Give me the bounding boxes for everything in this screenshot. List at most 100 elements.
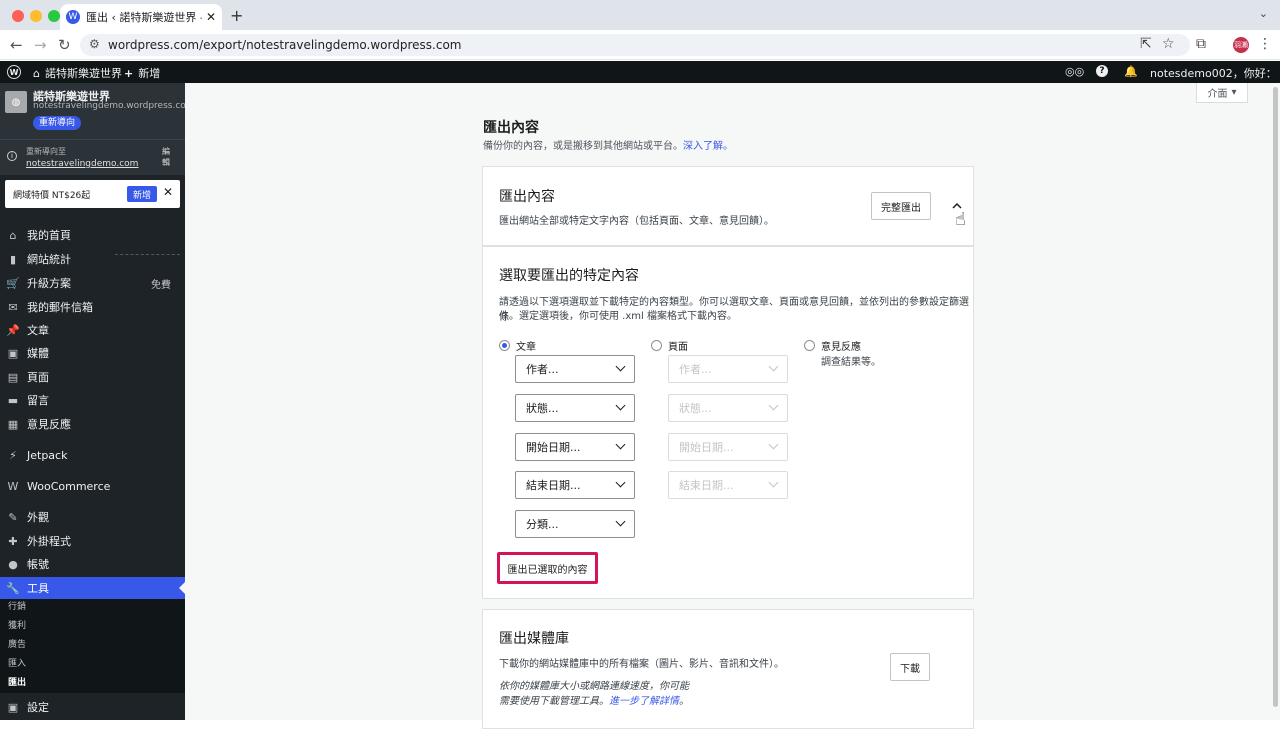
posts-status-select[interactable]: 狀態... <box>515 394 635 422</box>
admin-bar-site[interactable]: ⌂ 諾特斯樂遊世界 <box>33 65 122 81</box>
sidebar-item-comments[interactable]: ▬ 留言 <box>0 389 185 411</box>
submenu-export[interactable]: 匯出 <box>8 675 26 688</box>
sidebar-item-pages[interactable]: ▤ 頁面 <box>0 366 185 388</box>
admin-bar-new[interactable]: + 新增 <box>124 65 160 81</box>
sidebar-item-label: 設定 <box>27 701 49 714</box>
help-icon[interactable]: ? <box>1096 65 1108 77</box>
address-bar[interactable]: ⚙ wordpress.com/export/notestravelingdem… <box>80 34 1190 56</box>
submenu-marketing[interactable]: 行銷 <box>8 599 26 612</box>
sidebar-item-jetpack[interactable]: ⚡ Jetpack <box>0 444 185 466</box>
media-learn-more-link[interactable]: 進一步了解詳情 <box>609 696 679 707</box>
pages-author-select[interactable]: 作者... <box>668 355 788 383</box>
site-card[interactable]: ◍ 諾特斯樂遊世界 notestravelingdemo.wordpress.c… <box>0 83 195 139</box>
reader-glasses-icon[interactable]: ◎◎ <box>1065 65 1084 78</box>
browser-toolbar: ← → ↻ ⚙ wordpress.com/export/notestravel… <box>0 30 1280 60</box>
posts-start-date-select[interactable]: 開始日期... <box>515 433 635 461</box>
close-window-button[interactable] <box>12 10 24 22</box>
export-selected-button[interactable]: 匯出已選取的內容 <box>497 552 598 584</box>
page-scrollbar[interactable] <box>1271 83 1280 720</box>
full-export-button[interactable]: 完整匯出 <box>871 192 931 220</box>
pages-icon: ▤ <box>7 370 19 384</box>
browser-tab[interactable]: W 匯出 ‹ 諾特斯樂遊世界 — WordPress.com ✕ <box>60 4 222 30</box>
download-media-button[interactable]: 下載 <box>890 653 930 681</box>
radio-feedback-label: 意見反應 <box>821 342 861 353</box>
caret-down-icon: ▾ <box>1231 87 1237 98</box>
radio-posts[interactable]: 文章 <box>499 338 536 353</box>
select-value: 狀態... <box>679 402 712 415</box>
wordpress-logo-icon[interactable]: W <box>7 65 21 79</box>
sidebar-item-label: 頁面 <box>27 371 49 384</box>
browser-menu-icon[interactable]: ⋮ <box>1258 36 1272 52</box>
view-toggle-button[interactable]: 介面 ▾ <box>1196 83 1248 103</box>
specific-desc-line2: 件。選定選項後，你可使用 .xml 檔案格式下載內容。 <box>499 311 737 322</box>
collapse-chevron-up-icon[interactable] <box>952 199 962 209</box>
submenu-ads[interactable]: 廣告 <box>8 637 26 650</box>
sidebar-item-upgrades[interactable]: 🛒 升級方案 免費 <box>0 272 185 294</box>
chevron-down-icon <box>615 477 626 488</box>
tab-list-chevron-icon[interactable]: ⌄ <box>1259 7 1268 20</box>
pages-status-select[interactable]: 狀態... <box>668 394 788 422</box>
media-note-text: 需要使用下載管理工具。 <box>499 696 609 707</box>
sidebar-item-appearance[interactable]: ✎ 外觀 <box>0 506 185 528</box>
back-arrow-icon[interactable]: ← <box>10 36 23 54</box>
chevron-down-icon <box>615 400 626 411</box>
posts-category-select[interactable]: 分類... <box>515 510 635 538</box>
profile-avatar[interactable]: 羽瀨 <box>1233 37 1249 53</box>
stats-icon: ▮ <box>9 252 17 266</box>
radio-feedback[interactable]: 意見反應 <box>804 338 861 353</box>
tab-close-icon[interactable]: ✕ <box>206 10 216 24</box>
sidebar-item-label: 我的首頁 <box>27 229 71 242</box>
sidebar-item-settings[interactable]: ▣ 設定 <box>0 696 185 718</box>
redirect-domain-link[interactable]: notestravelingdemo.com <box>26 159 138 169</box>
sidebar-item-plugins[interactable]: ✚ 外掛程式 <box>0 530 185 552</box>
posts-end-date-select[interactable]: 結束日期... <box>515 471 635 499</box>
site-info-icon[interactable]: ⚙ <box>89 37 100 51</box>
extensions-icon[interactable]: ⧉ <box>1196 36 1206 52</box>
learn-more-link[interactable]: 深入了解。 <box>683 141 733 152</box>
sidebar-item-account[interactable]: ● 帳號 <box>0 553 185 575</box>
sidebar-item-woocommerce[interactable]: W WooCommerce <box>0 475 185 497</box>
sidebar-item-feedback[interactable]: ▦ 意見反應 <box>0 413 185 435</box>
redirect-badge[interactable]: 重新導向 <box>33 116 82 130</box>
select-value: 狀態... <box>526 402 559 415</box>
maximize-window-button[interactable] <box>48 10 60 22</box>
scrollbar-thumb[interactable] <box>1273 87 1278 707</box>
sidebar-item-stats[interactable]: ▮ 網站統計 <box>0 248 185 270</box>
sidebar-item-email[interactable]: ✉ 我的郵件信箱 <box>0 296 185 318</box>
redirect-edit-link[interactable]: 編輯 <box>162 146 171 168</box>
browser-tab-bar: W 匯出 ‹ 諾特斯樂遊世界 — WordPress.com ✕ + ⌄ <box>0 0 1280 30</box>
plus-icon: + <box>124 66 134 80</box>
minimize-window-button[interactable] <box>30 10 42 22</box>
media-card-desc: 下載你的網站媒體庫中的所有檔案（圖片、影片、音訊和文件）。 <box>499 659 784 670</box>
open-in-app-icon[interactable]: ⇱ <box>1140 36 1152 52</box>
sidebar-item-posts[interactable]: 📌 文章 <box>0 319 185 341</box>
posts-author-select[interactable]: 作者... <box>515 355 635 383</box>
promo-close-icon[interactable]: ✕ <box>163 185 173 199</box>
radio-feedback-dot[interactable] <box>804 340 815 351</box>
sidebar-item-label: Jetpack <box>27 448 68 462</box>
radio-posts-dot[interactable] <box>499 340 510 351</box>
export-card-title: 匯出內容 <box>499 189 555 205</box>
specific-export-card: 選取要匯出的特定內容 請透過以下選項選取並下載特定的內容類型。你可以選取文章、頁… <box>482 246 974 599</box>
submenu-import[interactable]: 匯入 <box>8 656 26 669</box>
radio-pages-dot[interactable] <box>651 340 662 351</box>
sidebar-item-tools[interactable]: 🔧 工具 <box>0 577 185 599</box>
settings-icon: ▣ <box>7 700 19 714</box>
notifications-bell-icon[interactable]: 🔔 <box>1124 65 1138 78</box>
promo-add-button[interactable]: 新增 <box>127 186 157 202</box>
reload-icon[interactable]: ↻ <box>58 36 71 54</box>
new-tab-button[interactable]: + <box>230 6 243 25</box>
radio-pages[interactable]: 頁面 <box>651 338 688 353</box>
wordpress-favicon-icon: W <box>66 10 80 24</box>
page-title: 匯出內容 <box>483 120 539 136</box>
sidebar-item-my-home[interactable]: ⌂ 我的首頁 <box>0 224 185 246</box>
select-value: 開始日期... <box>526 441 581 454</box>
admin-bar-account[interactable]: notesdemo002，你好： <box>1150 65 1280 81</box>
pages-end-date-select[interactable]: 結束日期... <box>668 471 788 499</box>
submenu-earn[interactable]: 獲利 <box>8 618 26 631</box>
bookmark-star-icon[interactable]: ☆ <box>1162 36 1175 52</box>
sidebar-item-media[interactable]: ▣ 媒體 <box>0 342 185 364</box>
forward-arrow-icon[interactable]: → <box>34 36 47 54</box>
pages-start-date-select[interactable]: 開始日期... <box>668 433 788 461</box>
email-icon: ✉ <box>8 300 18 314</box>
